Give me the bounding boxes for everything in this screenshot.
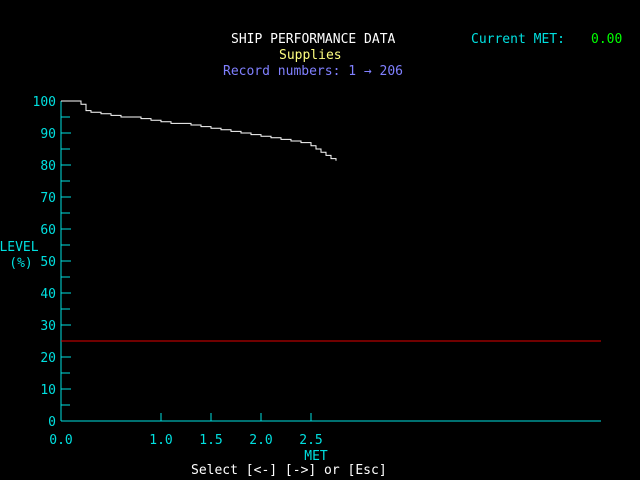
x-axis-title: MET <box>304 449 328 464</box>
y-tick-label: 40 <box>40 287 56 302</box>
y-tick-label: 30 <box>40 319 56 334</box>
x-tick-label: 1.0 <box>149 433 172 448</box>
series-line <box>61 100 337 161</box>
y-tick-label: 60 <box>40 223 56 238</box>
y-tick-label: 0 <box>48 415 56 430</box>
y-tick-label: 50 <box>40 255 56 270</box>
y-tick-label: 90 <box>40 127 56 142</box>
y-tick-label: 100 <box>33 95 56 110</box>
y-tick-label: 20 <box>40 351 56 366</box>
y-axis-title-line1: LEVEL <box>0 240 39 255</box>
page-subtitle: Supplies <box>279 48 342 63</box>
x-tick-label: 0.0 <box>49 433 72 448</box>
x-tick-label: 2.0 <box>249 433 272 448</box>
current-met-value: 0.00 <box>591 32 623 47</box>
y-tick-label: 80 <box>40 159 56 174</box>
x-tick-label: 1.5 <box>199 433 222 448</box>
y-tick-label: 10 <box>40 383 56 398</box>
page-title: SHIP PERFORMANCE DATA <box>231 32 396 47</box>
y-axis-title-line2: (%) <box>9 256 32 271</box>
current-met-label: Current MET: <box>471 32 565 47</box>
x-tick-label: 2.5 <box>299 433 322 448</box>
record-range: Record numbers: 1 → 206 <box>223 64 404 79</box>
footer-instructions: Select [<-] [->] or [Esc] <box>191 463 387 478</box>
y-tick-label: 70 <box>40 191 56 206</box>
